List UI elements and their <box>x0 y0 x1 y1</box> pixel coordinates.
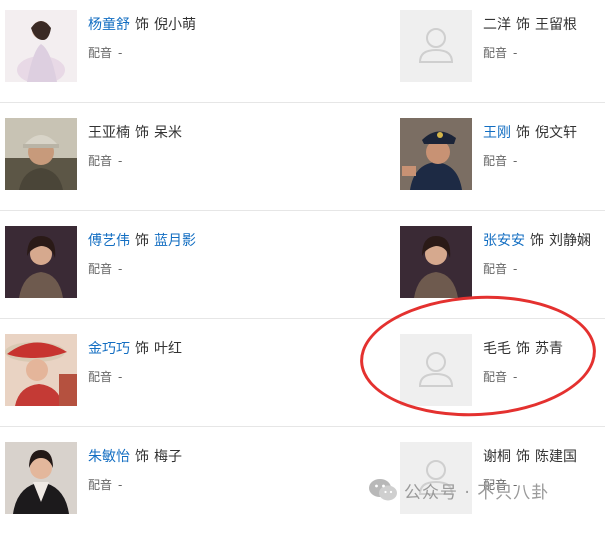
as-separator: 饰 <box>516 125 530 141</box>
row-divider <box>0 426 605 427</box>
cast-card: 金巧巧饰叶红 配音 - <box>5 334 245 414</box>
cast-name-line: 张安安饰刘静娴 <box>483 230 591 250</box>
placeholder-avatar-icon[interactable] <box>400 10 472 82</box>
role-name: 呆米 <box>154 125 182 141</box>
voice-line: 配音 - <box>88 476 122 493</box>
role-name-link[interactable]: 蓝月影 <box>154 233 196 249</box>
cast-card: 二洋饰王留根 配音 - <box>400 10 605 90</box>
actor-name-link[interactable]: 杨童舒 <box>88 17 130 33</box>
role-name: 倪小萌 <box>154 17 196 33</box>
wechat-icon <box>369 479 397 501</box>
voice-value: - <box>513 46 518 60</box>
voice-value: - <box>118 262 123 276</box>
actor-name-link[interactable]: 傅艺伟 <box>88 233 130 249</box>
row-divider <box>0 210 605 211</box>
role-name: 叶红 <box>154 341 182 357</box>
cast-name-line: 谢桐饰陈建国 <box>483 446 577 466</box>
voice-line: 配音 - <box>483 44 517 61</box>
voice-label: 配音 <box>483 154 508 168</box>
row-divider <box>0 102 605 103</box>
voice-value: - <box>118 478 123 492</box>
voice-label: 配音 <box>88 478 113 492</box>
as-separator: 饰 <box>135 449 149 465</box>
cast-card: 傅艺伟饰蓝月影 配音 - <box>5 226 245 306</box>
actor-name-link[interactable]: 张安安 <box>483 233 525 249</box>
actor-name-link[interactable]: 王刚 <box>483 125 511 141</box>
voice-value: - <box>118 46 123 60</box>
voice-line: 配音 - <box>88 152 122 169</box>
actor-photo[interactable] <box>400 226 472 298</box>
voice-label: 配音 <box>88 46 113 60</box>
voice-value: - <box>118 370 123 384</box>
as-separator: 饰 <box>135 341 149 357</box>
cast-name-line: 杨童舒饰倪小萌 <box>88 14 196 34</box>
actor-photo[interactable] <box>5 226 77 298</box>
cast-name-line: 二洋饰王留根 <box>483 14 577 34</box>
actor-name: 二洋 <box>483 17 511 33</box>
cast-name-line: 金巧巧饰叶红 <box>88 338 182 358</box>
role-name: 王留根 <box>535 17 577 33</box>
voice-label: 配音 <box>88 262 113 276</box>
role-name: 陈建国 <box>535 449 577 465</box>
voice-line: 配音 - <box>88 368 122 385</box>
as-separator: 饰 <box>135 125 149 141</box>
as-separator: 饰 <box>516 17 530 33</box>
actor-name: 谢桐 <box>483 449 511 465</box>
cast-name-line: 朱敏怡饰梅子 <box>88 446 182 466</box>
watermark-text: 公众号 · 不只八卦 <box>404 482 550 503</box>
as-separator: 饰 <box>530 233 544 249</box>
voice-value: - <box>118 154 123 168</box>
actor-photo[interactable] <box>5 442 77 514</box>
role-name: 刘静娴 <box>549 233 591 249</box>
as-separator: 饰 <box>135 233 149 249</box>
watermark: 公众号 · 不只八卦 <box>368 476 549 504</box>
cast-list: 杨童舒饰倪小萌 配音 - 二洋饰王留根 配音 - 王亚楠 饰 呆米 配音 - 王… <box>0 0 605 521</box>
as-separator: 饰 <box>516 449 530 465</box>
cast-card: 朱敏怡饰梅子 配音 - <box>5 442 245 522</box>
voice-line: 配音 - <box>88 260 122 277</box>
actor-photo[interactable] <box>5 10 77 82</box>
role-name: 梅子 <box>154 449 182 465</box>
cast-name-line: 王刚饰倪文轩 <box>483 122 577 142</box>
actor-name: 王亚楠 <box>88 125 130 141</box>
voice-label: 配音 <box>483 262 508 276</box>
role-name: 倪文轩 <box>535 125 577 141</box>
voice-line: 配音 - <box>88 44 122 61</box>
voice-label: 配音 <box>483 46 508 60</box>
cast-card: 王刚饰倪文轩 配音 - <box>400 118 605 198</box>
actor-photo[interactable] <box>5 118 77 190</box>
actor-photo[interactable] <box>400 118 472 190</box>
voice-line: 配音 - <box>483 152 517 169</box>
cast-name-line: 王亚楠饰呆米 <box>88 122 182 142</box>
voice-line: 配音 - <box>483 260 517 277</box>
cast-card: 张安安饰刘静娴 配音 - <box>400 226 605 306</box>
actor-photo[interactable] <box>5 334 77 406</box>
voice-label: 配音 <box>88 154 113 168</box>
cast-card: 王亚楠饰呆米 配音 - <box>5 118 245 198</box>
cast-card: 杨童舒饰倪小萌 配音 - <box>5 10 245 90</box>
voice-value: - <box>513 262 518 276</box>
voice-label: 配音 <box>88 370 113 384</box>
as-separator: 饰 <box>135 17 149 33</box>
actor-name-link[interactable]: 金巧巧 <box>88 341 130 357</box>
actor-name-link[interactable]: 朱敏怡 <box>88 449 130 465</box>
voice-value: - <box>513 154 518 168</box>
cast-name-line: 傅艺伟饰蓝月影 <box>88 230 196 250</box>
